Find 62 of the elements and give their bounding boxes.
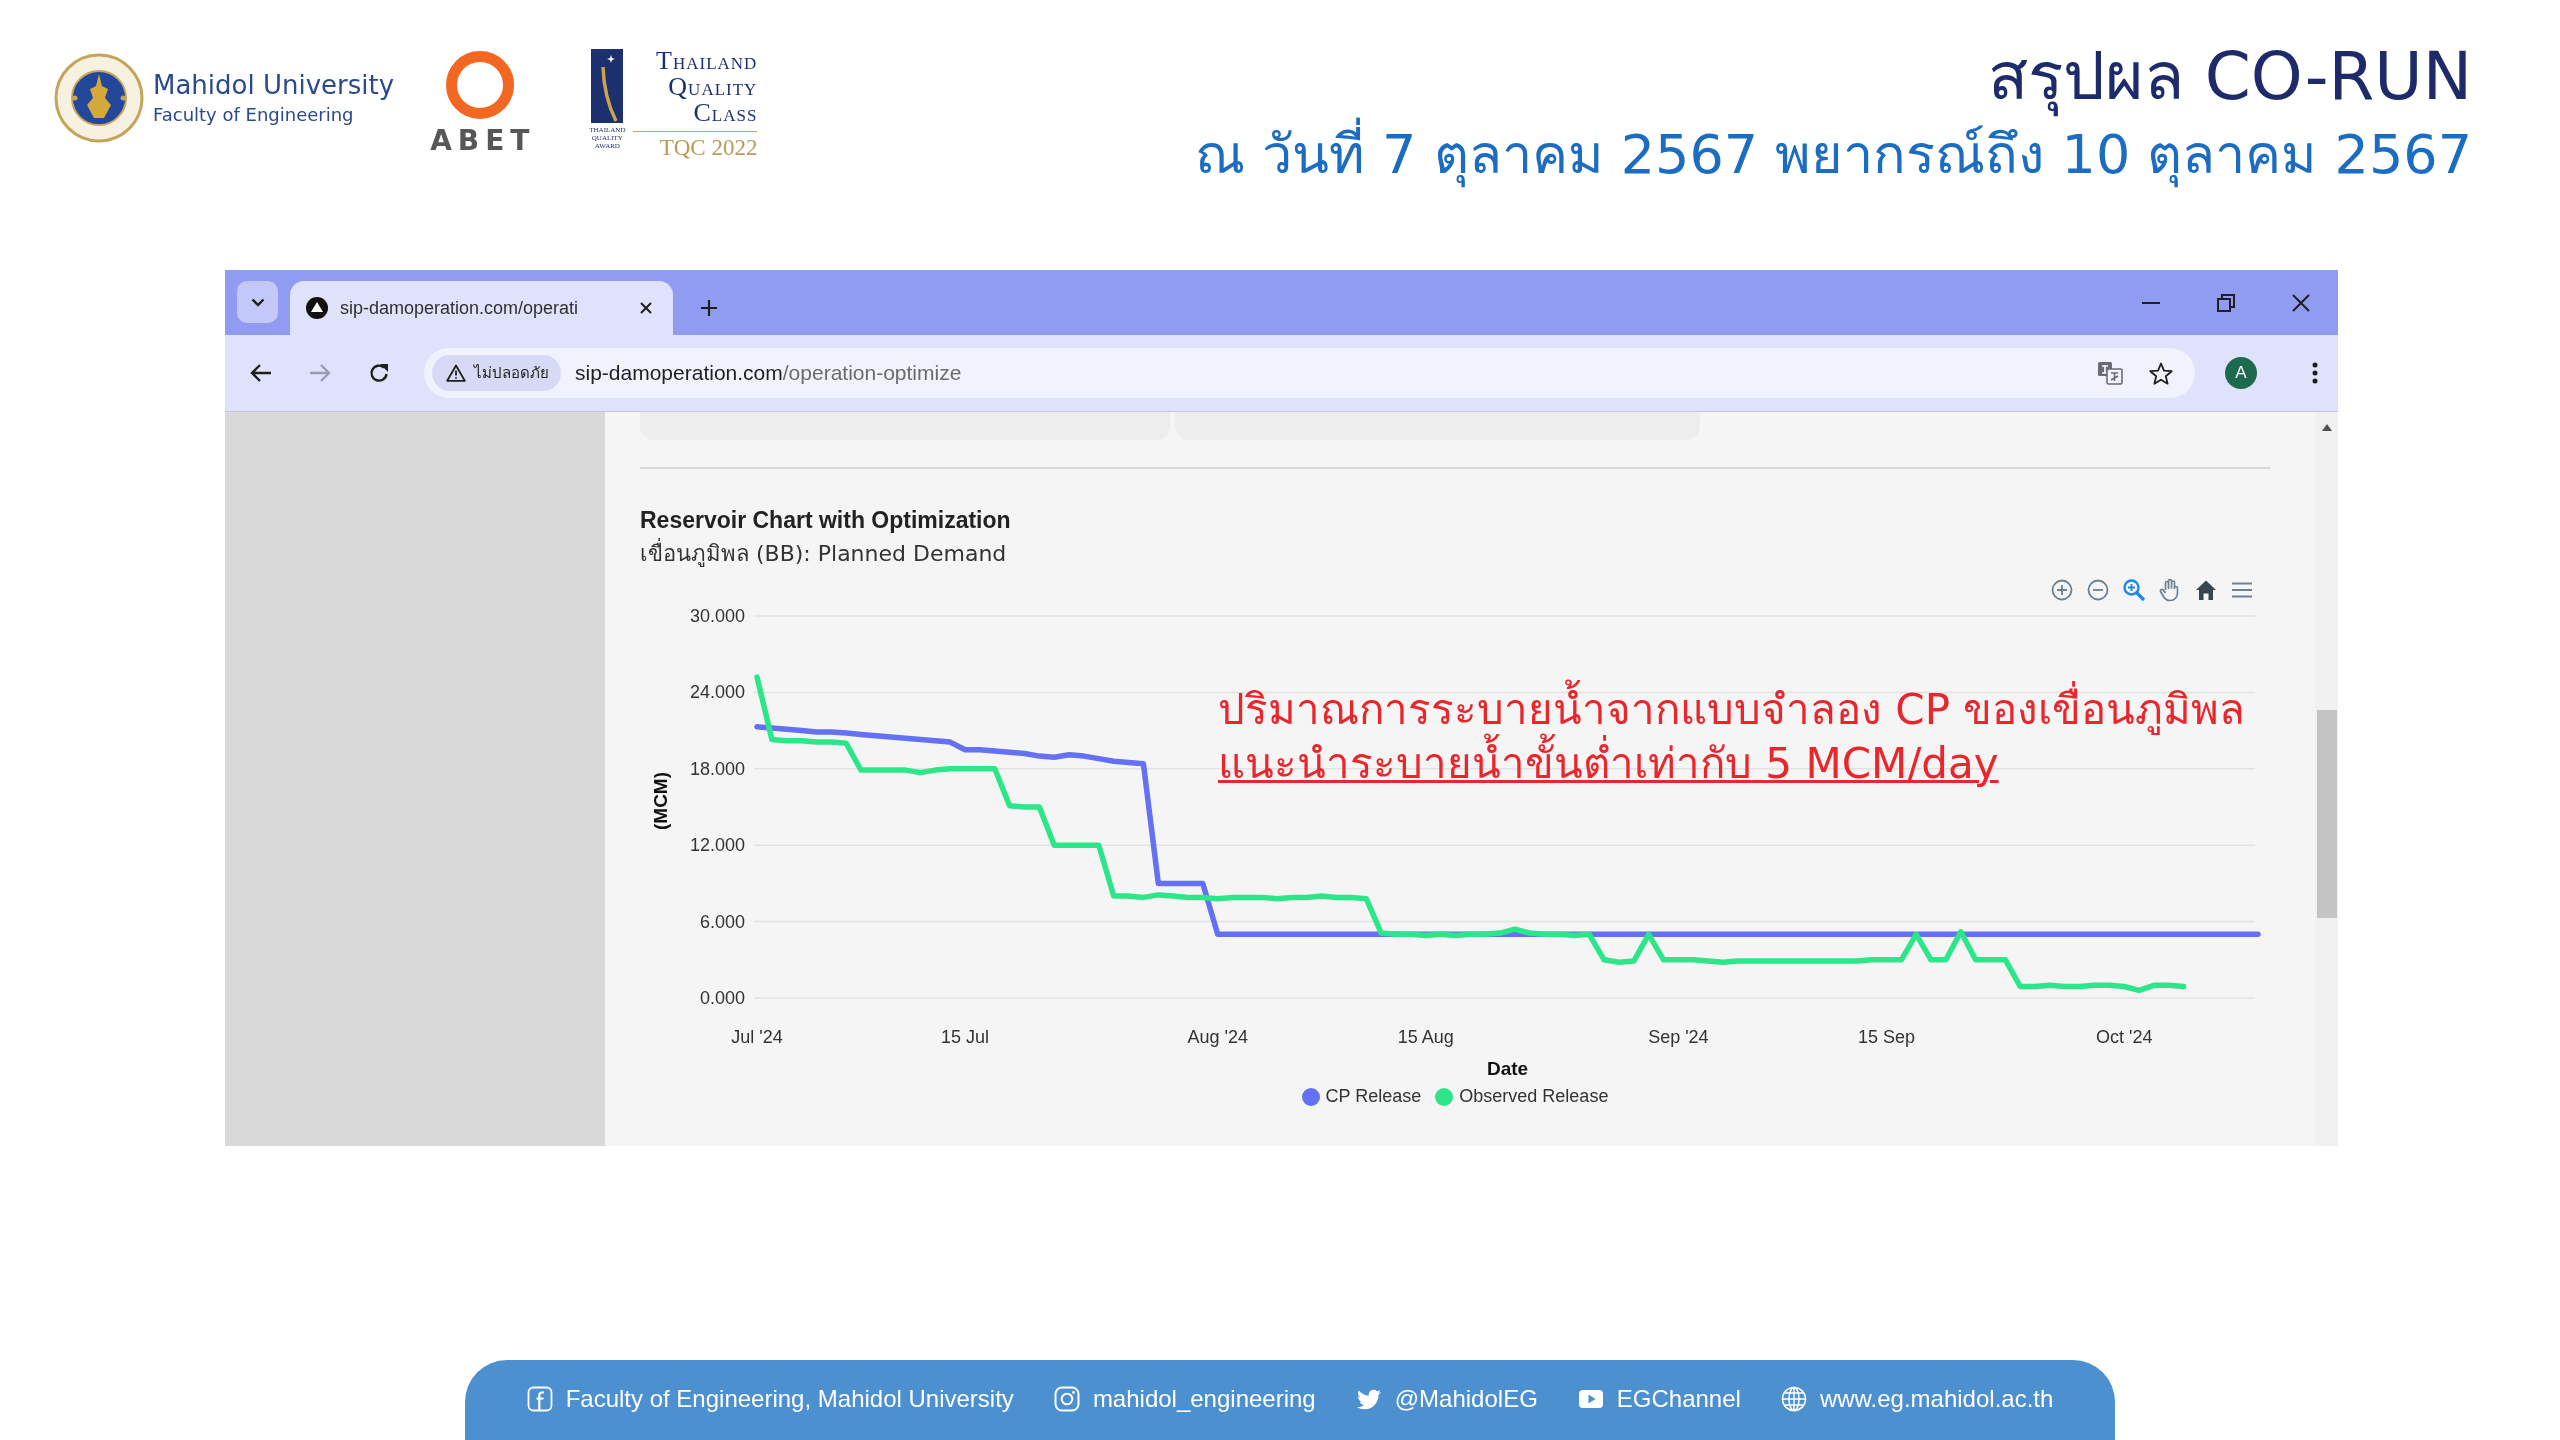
axis-tick-label: Sep '24: [1648, 1027, 1709, 1047]
security-chip[interactable]: ไม่ปลอดภัย: [432, 355, 561, 391]
axis-tick-label: 15 Sep: [1857, 1027, 1915, 1047]
more-options-icon[interactable]: [2312, 362, 2318, 384]
plus-icon[interactable]: [699, 298, 719, 318]
swoosh-emblem-icon: [591, 49, 624, 123]
seal-emblem-icon: [54, 53, 144, 143]
address-bar[interactable]: ไม่ปลอดภัย sip-damoperation.com/operation-optimize: [424, 348, 2195, 398]
university-name: Mahidol University: [153, 69, 395, 101]
home-icon[interactable]: [2194, 578, 2218, 602]
axis-tick-label: 12.000: [689, 835, 745, 856]
award-title-line: QUALITY: [668, 75, 758, 101]
axis-tick-label: Oct '24: [2096, 1027, 2153, 1047]
chart-title: เขื่อนภูมิพล (BB): Planned Demand: [640, 537, 2270, 571]
scroll-up-arrow-icon[interactable]: [2321, 424, 2332, 431]
translate-icon[interactable]: [2097, 361, 2123, 385]
chevron-down-icon: [250, 297, 265, 307]
slide-title: สรุปผล CO-RUN: [1986, 37, 2472, 118]
slide-subtitle: ณ วันที่ 7 ตุลาคม 2567 พยากรณ์ถึง 10 ตุลาคม 2567: [1194, 118, 2472, 192]
zoom-out-icon[interactable]: [2086, 578, 2110, 602]
award-year: TQC 2022: [659, 135, 758, 161]
restore-icon[interactable]: [2216, 293, 2235, 312]
axis-title: Date: [1486, 1058, 1529, 1079]
footer-text: Faculty of Engineering, Mahidol University: [565, 1385, 1014, 1413]
star-icon[interactable]: [2149, 361, 2173, 385]
ring-icon: [445, 51, 514, 119]
warning-icon: [446, 364, 466, 382]
faculty-name: Faculty of Engineering: [153, 103, 355, 127]
axis-title: (MCM): [650, 772, 671, 830]
axis-tick-label: 30.000: [689, 606, 745, 626]
axis-tick-label: Aug '24: [1187, 1027, 1248, 1047]
award-title-line: THAILAND: [656, 49, 758, 75]
axis-tick-label: Jul '24: [731, 1027, 783, 1047]
legend-label[interactable]: CP Release: [1325, 1086, 1422, 1107]
triangle-circle-icon: [306, 297, 328, 319]
legend-label[interactable]: Observed Release: [1459, 1086, 1609, 1107]
footer-text: mahidol_engineering: [1092, 1385, 1316, 1413]
scrollbar-thumb[interactable]: [2317, 710, 2337, 918]
globe-icon: [1780, 1386, 1807, 1412]
zoom-in-icon[interactable]: [2050, 578, 2074, 602]
axis-tick-label: 15 Aug: [1397, 1027, 1454, 1047]
axis-tick-label: 15 Jul: [941, 1027, 990, 1047]
browser-tab[interactable]: sip-damoperation.com/operati: [290, 281, 673, 335]
profile-avatar[interactable]: A: [2225, 357, 2257, 389]
footer-text: @MahidolEG: [1394, 1385, 1538, 1413]
close-icon[interactable]: [2290, 292, 2311, 313]
axis-tick-label: 24.000: [689, 682, 745, 703]
axis-tick-label: 18.000: [689, 758, 745, 779]
footer-text: EGChannel: [1616, 1385, 1741, 1413]
section-heading: Reservoir Chart with Optimization: [640, 506, 1012, 535]
award-title-line: CLASS: [693, 101, 758, 127]
reload-icon[interactable]: [368, 362, 390, 384]
logo-text: ABET: [429, 127, 536, 155]
back-arrow-icon[interactable]: [250, 363, 272, 383]
axis-tick-label: 0.000: [699, 988, 745, 1008]
close-icon[interactable]: [639, 301, 653, 315]
f-logo-icon: [526, 1386, 553, 1412]
minimize-icon[interactable]: [2141, 301, 2160, 304]
footer-text: www.eg.mahidol.ac.th: [1819, 1385, 2054, 1413]
camera-icon: [1053, 1386, 1080, 1412]
axis-tick-label: 6.000: [699, 911, 745, 932]
magnifier-icon[interactable]: [2122, 578, 2146, 602]
